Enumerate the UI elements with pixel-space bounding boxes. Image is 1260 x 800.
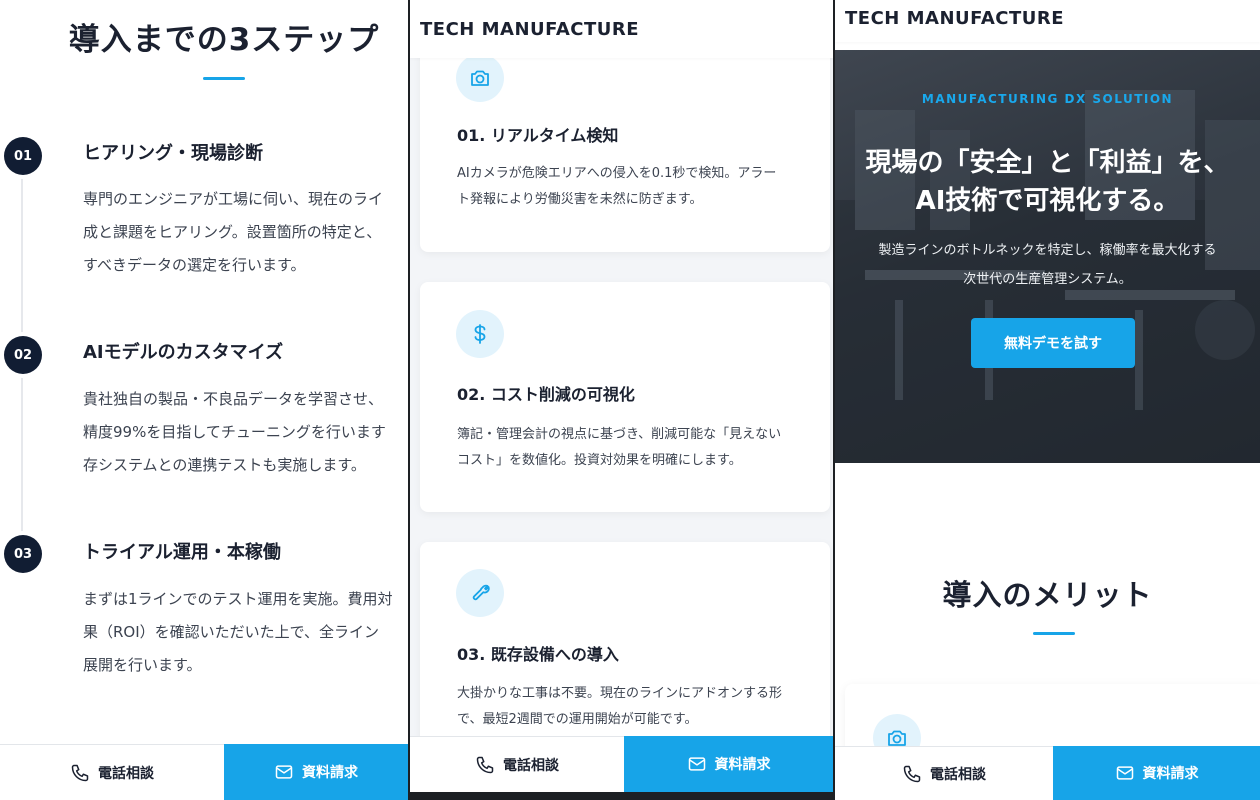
request-docs-label: 資料請求 [1142,766,1199,782]
steps-panel[interactable]: 導入までの3ステップ 01 ヒアリング・現場診断 専門のエンジニアが工場に伺い、… [0,0,408,800]
phone-consult-button[interactable]: 電話相談 [835,746,1053,800]
hero-title-line: 現場の「安全」と「利益」を、 [865,148,1230,178]
site-header: TECH MANUFACTURE [835,0,1260,42]
step-02-description: 貴社独自の製品・不良品データを学習させ、 精度99%を目指してチューニングを行い… [83,383,408,482]
steps-title-underline [203,77,245,80]
feature-card-realtime: 01. リアルタイム検知 AIカメラが危険エリアへの侵入を0.1秒で検知。アラー… [420,30,830,252]
hero-title-line: AI技術で可視化する。 [915,186,1180,216]
feature-title: 03. 既存設備への導入 [457,645,619,664]
request-docs-label: 資料請求 [714,757,771,773]
mail-icon [1115,763,1135,783]
screenshot-stage: 導入までの3ステップ 01 ヒアリング・現場診断 専門のエンジニアが工場に伺い、… [0,0,1260,800]
brand-logo[interactable]: TECH MANUFACTURE [845,8,1064,29]
phone-consult-label: 電話相談 [503,757,559,774]
step-01-description: 専門のエンジニアが工場に伺い、現在のライ 成と課題をヒアリング。設置箇所の特定と… [83,183,408,282]
feature-title: 02. コスト削減の可視化 [457,385,635,404]
hero-title: 現場の「安全」と「利益」を、 AI技術で可視化する。 [835,144,1260,220]
phone-icon [902,764,922,784]
feature-description: 簿記・管理会計の視点に基づき、削減可能な「見えない コスト」を数値化。投資対効果… [457,422,817,474]
feature-description: AIカメラが危険エリアへの侵入を0.1秒で検知。アラー ト発報により労働災害を未… [457,161,817,213]
step-02-desc-line: 精度99%を目指してチューニングを行います [83,423,386,441]
site-header: TECH MANUFACTURE [410,0,833,58]
hero-subtitle-line: 次世代の生産管理システム。 [963,272,1132,287]
feature-desc-line: で、最短2週間での運用開始が可能です。 [457,712,698,727]
step-03-desc-line: 果（ROI）を確認いただいた上で、全ライン [83,623,380,641]
merits-section-title: 導入のメリット [942,578,1153,612]
phone-consult-label: 電話相談 [930,766,986,783]
step-02-desc-line: 貴社独自の製品・不良品データを学習させ、 [83,390,384,408]
step-01-desc-line: 専門のエンジニアが工場に伺い、現在のライ [83,190,384,208]
bottom-action-bar: 電話相談 資料請求 [0,744,408,800]
mail-icon [687,754,707,774]
request-docs-button[interactable]: 資料請求 [624,736,833,792]
feature-desc-line: AIカメラが危険エリアへの侵入を0.1秒で検知。アラー [457,166,777,181]
phone-icon [475,755,495,775]
request-docs-button[interactable]: 資料請求 [224,744,408,800]
feature-title: 01. リアルタイム検知 [457,126,619,145]
step-03-description: まずは1ラインでのテスト運用を実施。費用対 果（ROI）を確認いただいた上で、全… [83,583,408,682]
hero-subtitle: 製造ラインのボトルネックを特定し、稼働率を最大化する 次世代の生産管理システム。 [835,236,1260,294]
step-01-title: ヒアリング・現場診断 [83,143,263,164]
bottom-action-bar: 電話相談 資料請求 [410,736,833,792]
step-03-badge: 03 [4,535,42,573]
brand-logo[interactable]: TECH MANUFACTURE [420,19,639,40]
feature-card-cost: 02. コスト削減の可視化 簿記・管理会計の視点に基づき、削減可能な「見えない … [420,282,830,512]
hero-subtitle-line: 製造ラインのボトルネックを特定し、稼働率を最大化する [878,243,1217,258]
feature-description: 大掛かりな工事は不要。現在のラインにアドオンする形 で、最短2週間での運用開始が… [457,681,817,733]
feature-desc-line: ト発報により労働災害を未然に防ぎます。 [457,192,703,207]
phone-consult-label: 電話相談 [98,765,154,782]
hero-section: MANUFACTURING DX SOLUTION 現場の「安全」と「利益」を、… [835,50,1260,463]
steps-section-title: 導入までの3ステップ [68,22,380,58]
feature-desc-line: 簿記・管理会計の視点に基づき、削減可能な「見えない [457,427,782,442]
mail-icon [274,762,294,782]
camera-icon [456,54,504,102]
step-01-desc-line: 成と課題をヒアリング。設置箇所の特定と、 [83,223,382,241]
merits-title-underline [1033,632,1075,635]
free-demo-button[interactable]: 無料デモを試す [971,318,1135,368]
window-edge [410,792,833,800]
wrench-icon [456,569,504,617]
phone-consult-button[interactable]: 電話相談 [0,744,224,800]
step-02-badge: 02 [4,336,42,374]
hero-panel[interactable]: TECH MANUFACTURE MANUFACTURING DX SOLUTI… [835,0,1260,800]
phone-icon [70,763,90,783]
step-01-badge: 01 [4,137,42,175]
step-03-desc-line: まずは1ラインでのテスト運用を実施。費用対 [83,590,393,608]
step-01-desc-line: すべきデータの選定を行います。 [83,256,306,274]
bottom-action-bar: 電話相談 資料請求 [835,746,1260,800]
phone-consult-button[interactable]: 電話相談 [410,736,624,792]
dollar-icon [456,310,504,358]
step-02-desc-line: 存システムとの連携テストも実施します。 [83,456,366,474]
step-03-title: トライアル運用・本稼働 [83,542,281,563]
step-03-desc-line: 展開を行います。 [83,656,202,674]
step-02-title: AIモデルのカスタマイズ [83,342,284,363]
feature-desc-line: コスト」を数値化。投資対効果を明確にします。 [457,453,742,468]
hero-overline: MANUFACTURING DX SOLUTION [921,92,1174,106]
request-docs-button[interactable]: 資料請求 [1053,746,1260,800]
feature-desc-line: 大掛かりな工事は不要。現在のラインにアドオンする形 [457,686,783,701]
features-panel[interactable]: TECH MANUFACTURE 01. リアルタイム検知 AIカメラが危険エリ… [410,0,833,800]
request-docs-label: 資料請求 [302,765,358,781]
